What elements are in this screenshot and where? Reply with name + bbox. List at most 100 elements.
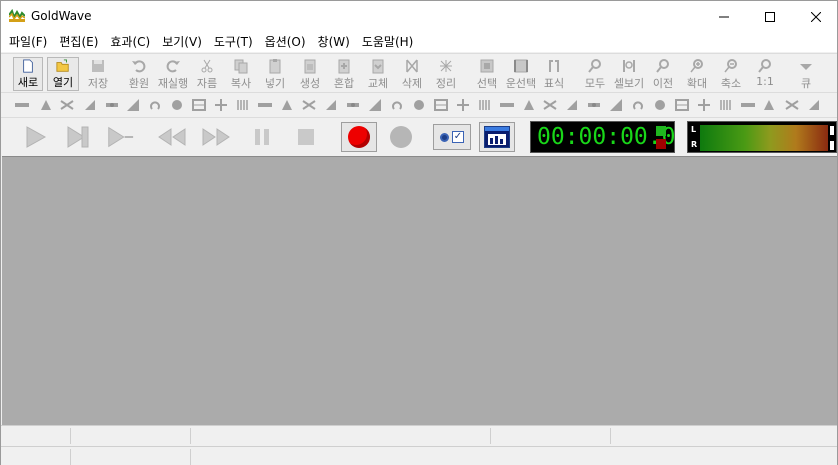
play-button[interactable] [21,123,51,151]
resample-icon[interactable] [608,97,624,113]
rewind-button[interactable] [157,123,187,151]
zoom-in-button[interactable]: 확대 [683,57,711,91]
zoom-1to1-button[interactable]: 1:1 [753,57,777,91]
pause-button[interactable] [247,123,277,151]
menu-edit[interactable]: 편집(E) [53,32,104,52]
bandpass-icon[interactable] [433,97,449,113]
lowpass-icon[interactable] [455,97,471,113]
minimize-icon [719,16,729,17]
paste-button[interactable]: 넣기 [261,57,289,91]
zoom-previous-label: 이전 [652,77,674,90]
channel-mixer-icon[interactable] [586,97,602,113]
spectrum-icon[interactable] [499,97,515,113]
playback-rate-icon[interactable] [674,97,690,113]
offset-icon[interactable] [191,97,207,113]
delete-button[interactable]: 삭제 [397,57,427,91]
menu-view[interactable]: 보기(V) [156,32,208,52]
redo-button[interactable]: 재실행 [155,57,191,91]
undo-button[interactable]: 환원 [124,57,154,91]
pan-icon[interactable] [213,97,229,113]
menu-help[interactable]: 도움말(H) [356,32,420,52]
fast-forward-button[interactable] [201,123,231,151]
zoom-in-label: 확대 [686,77,708,90]
play-selection-button[interactable] [63,123,93,151]
copy-icon [234,59,248,74]
delete-icon [406,59,418,73]
open-button[interactable]: 열기 [47,57,79,91]
equalizer-icon[interactable] [389,97,405,113]
echo-icon[interactable] [59,97,75,113]
cue-button[interactable]: 큐 [794,57,818,91]
cut-button[interactable]: 자름 [194,57,220,91]
auto-trim-icon[interactable] [696,97,712,113]
volume-shape-icon[interactable] [367,97,383,113]
volume-change-icon[interactable] [345,97,361,113]
zoom-selection-label: 셀보기 [613,77,645,90]
select-button[interactable]: 선택 [472,57,502,91]
fade-in-icon[interactable] [82,97,98,113]
mix-button[interactable]: 혼합 [329,57,359,91]
mute-icon[interactable] [652,97,668,113]
marker-button[interactable]: 표식 [541,57,567,91]
copy-button[interactable]: 복사 [227,57,255,91]
replace-button[interactable]: 교체 [363,57,393,91]
compressor-icon[interactable] [521,97,537,113]
declick-icon[interactable] [784,97,800,113]
zoom-all-button[interactable]: 모두 [580,57,610,91]
redo-label: 재실행 [157,77,189,90]
interpolate-icon[interactable] [630,97,646,113]
auto-gain-icon[interactable] [718,97,734,113]
control-properties-button[interactable]: ✓ [433,124,471,150]
reverb-icon[interactable] [257,97,273,113]
mechanize-icon[interactable] [147,97,163,113]
silence-icon[interactable] [301,97,317,113]
dynamics-icon[interactable] [38,97,54,113]
noise-reduction-icon[interactable] [169,97,185,113]
record-selection-button[interactable] [383,122,419,152]
effects-toolbar [1,92,837,116]
fade-out-icon[interactable] [104,97,120,113]
zoom-selection-button[interactable]: 셀보기 [611,57,647,91]
new-button[interactable]: 새로 [13,57,43,91]
paste-new-button[interactable]: 생성 [295,57,325,91]
minimize-button[interactable] [701,1,747,32]
stop-button[interactable] [291,123,321,151]
paste-new-icon [304,59,316,74]
replace-icon [372,59,384,74]
status-cell [71,428,191,444]
menu-options[interactable]: 옵션(O) [259,32,312,52]
doppler-icon[interactable] [14,97,30,113]
pop-filter-icon[interactable] [740,97,756,113]
reverse-icon[interactable] [279,97,295,113]
stereo-icon[interactable] [564,97,580,113]
zoom-out-button[interactable]: 축소 [717,57,745,91]
select-view-button[interactable]: 운선택 [503,57,539,91]
menu-file[interactable]: 파일(F) [3,32,53,52]
trim-button[interactable]: 정리 [431,57,461,91]
time-warp-icon[interactable] [323,97,339,113]
filter-icon[interactable] [411,97,427,113]
menu-window[interactable]: 창(W) [312,32,356,52]
zoom-out-label: 축소 [720,77,742,90]
menu-tools[interactable]: 도구(T) [208,32,259,52]
main-toolbar: 새로 열기 저장 환원 재실행 자름 복사 넣기 생성 혼합 교체 삭제 정리 … [1,53,837,91]
save-icon [92,60,104,72]
invert-icon[interactable] [125,97,141,113]
cue-label: 큐 [800,77,812,90]
save-button[interactable]: 저장 [83,57,113,91]
denoise-icon[interactable] [806,97,822,113]
title-bar: GoldWave [1,1,837,32]
close-button[interactable] [793,1,838,32]
flanger-icon[interactable] [542,97,558,113]
clip-icon[interactable] [761,97,777,113]
control-window-button[interactable] [479,122,515,152]
pitch-icon[interactable] [235,97,251,113]
document-area[interactable] [2,156,837,425]
maximize-button[interactable] [747,1,793,32]
zoom-previous-button[interactable]: 이전 [649,57,677,91]
highpass-icon[interactable] [477,97,493,113]
play-from-cursor-icon [108,126,134,148]
play-from-cursor-button[interactable] [105,123,135,151]
record-button[interactable] [341,122,377,152]
menu-effects[interactable]: 효과(C) [104,32,156,52]
